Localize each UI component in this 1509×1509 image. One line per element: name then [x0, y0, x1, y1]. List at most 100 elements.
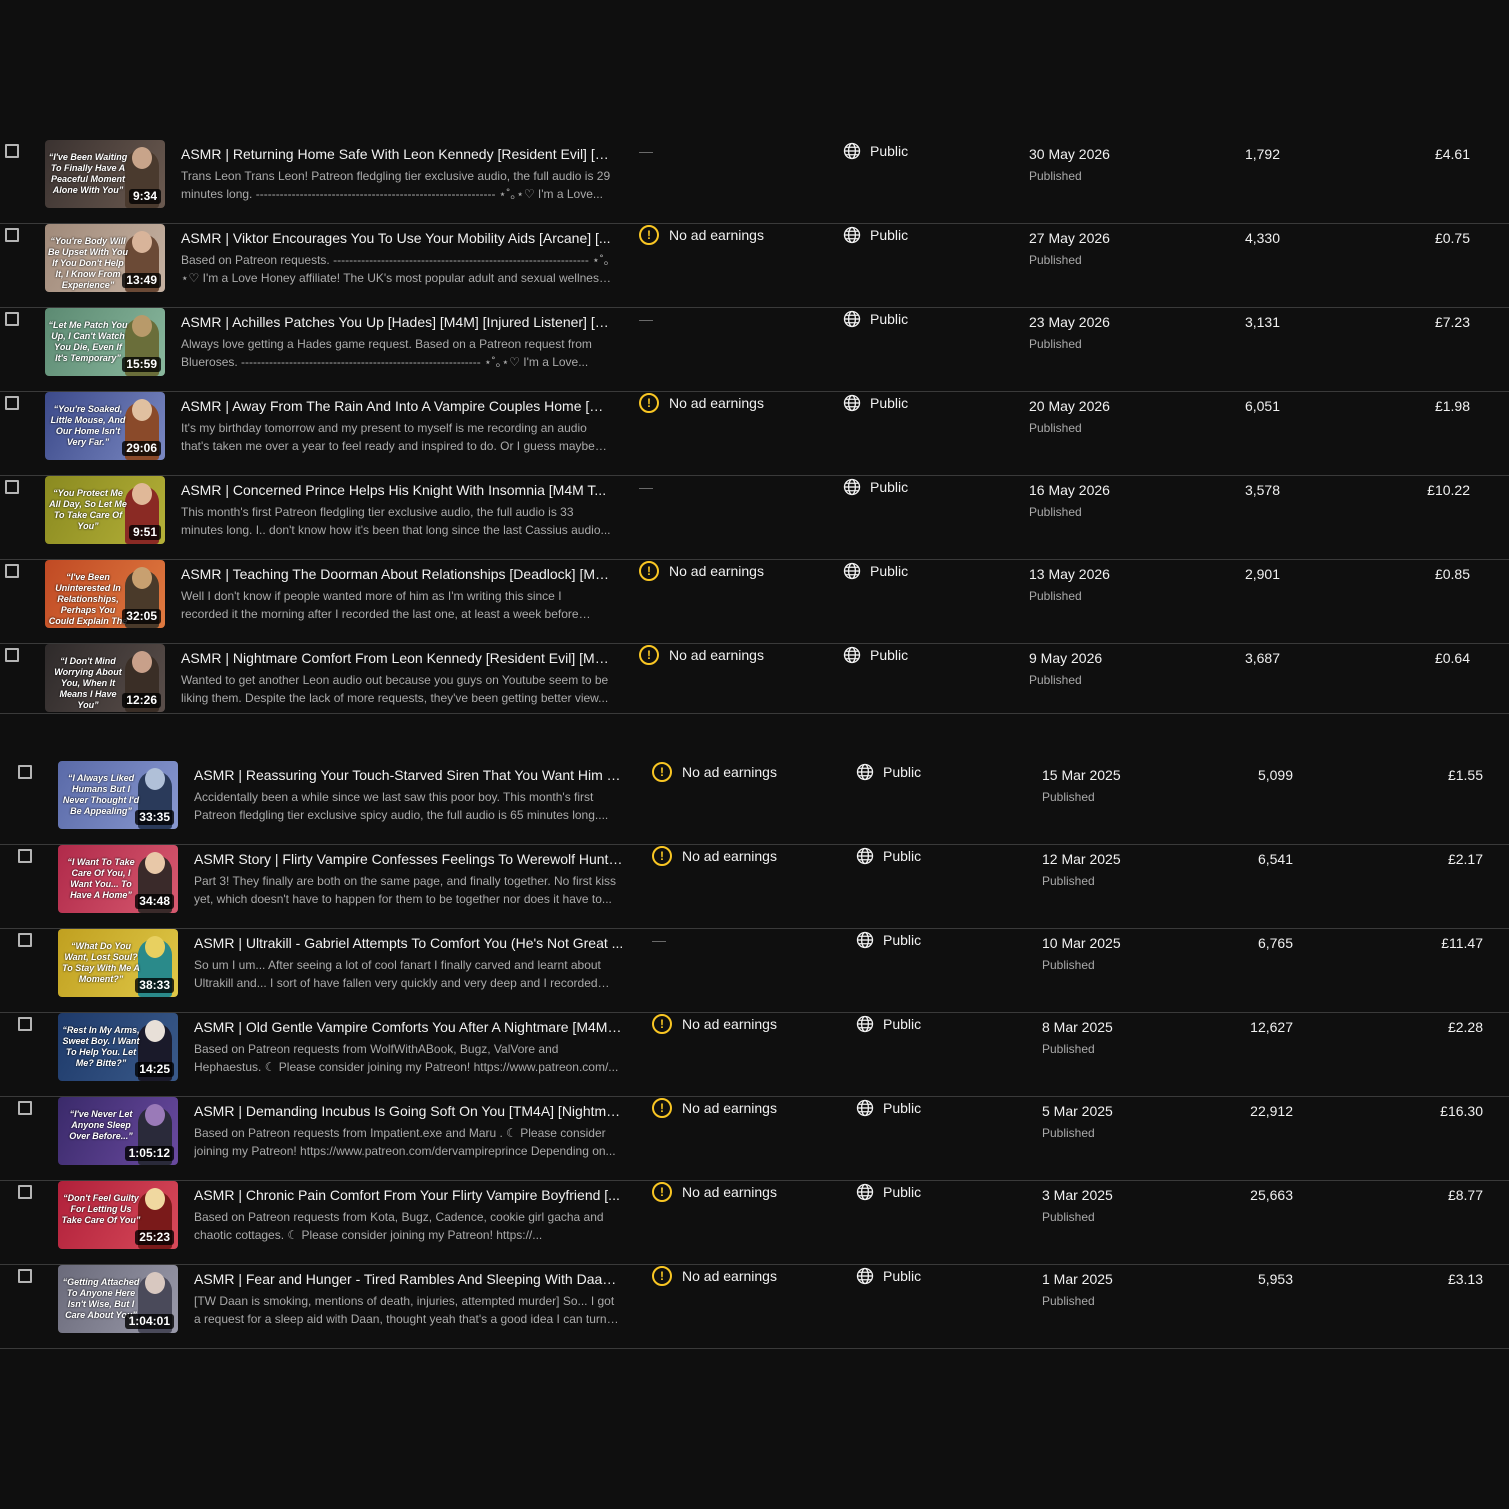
select-checkbox[interactable]: [18, 1269, 32, 1283]
video-duration: 25:23: [135, 1230, 174, 1245]
video-title[interactable]: ASMR | Concerned Prince Helps His Knight…: [181, 481, 611, 499]
video-row: “Don't Feel Guilty For Letting Us Take C…: [0, 1181, 1509, 1265]
video-row: “Let Me Patch You Up, I Can't Watch You …: [0, 308, 1509, 392]
video-description: So um I um... After seeing a lot of cool…: [194, 958, 601, 990]
restriction-label: —: [639, 479, 653, 495]
select-checkbox[interactable]: [18, 765, 32, 779]
visibility-selector[interactable]: Public: [856, 845, 921, 867]
video-thumbnail[interactable]: “I've Been Waiting To Finally Have A Pea…: [45, 140, 165, 208]
restriction-label: No ad earnings: [682, 848, 777, 864]
thumbnail-character-head: [145, 936, 165, 958]
visibility-selector[interactable]: Public: [843, 140, 908, 162]
restrictions-cell: ! No ad earnings: [652, 1013, 777, 1035]
video-title[interactable]: ASMR | Teaching The Doorman About Relati…: [181, 565, 611, 583]
video-title[interactable]: ASMR | Nightmare Comfort From Leon Kenne…: [181, 649, 611, 667]
restriction-label: —: [652, 932, 666, 948]
warning-icon[interactable]: !: [652, 1014, 672, 1034]
video-title[interactable]: ASMR | Away From The Rain And Into A Vam…: [181, 397, 611, 415]
visibility-selector[interactable]: Public: [843, 644, 908, 666]
publish-status: Published: [1029, 421, 1082, 435]
video-thumbnail[interactable]: “I Always Liked Humans But I Never Thoug…: [58, 761, 178, 829]
visibility-selector[interactable]: Public: [856, 761, 921, 783]
video-title[interactable]: ASMR | Fear and Hunger - Tired Rambles A…: [194, 1270, 624, 1288]
view-count: 1,792: [1244, 146, 1280, 162]
warning-icon[interactable]: !: [652, 1266, 672, 1286]
video-thumbnail[interactable]: “Don't Feel Guilty For Letting Us Take C…: [58, 1181, 178, 1249]
video-row: “I've Been Uninterested In Relationships…: [0, 560, 1509, 644]
revenue: £8.77: [1447, 1187, 1483, 1203]
video-thumbnail[interactable]: “Let Me Patch You Up, I Can't Watch You …: [45, 308, 165, 376]
select-checkbox[interactable]: [5, 228, 19, 242]
thumbnail-character-head: [132, 567, 152, 589]
publish-date: 13 May 2026: [1029, 566, 1110, 582]
thumbnail-character-head: [132, 147, 152, 169]
video-row: “I've Never Let Anyone Sleep Over Before…: [0, 1097, 1509, 1181]
select-checkbox[interactable]: [18, 1101, 32, 1115]
video-title[interactable]: ASMR | Achilles Patches You Up [Hades] […: [181, 313, 611, 331]
video-title[interactable]: ASMR Story | Flirty Vampire Confesses Fe…: [194, 850, 624, 868]
video-thumbnail[interactable]: “Getting Attached To Anyone Here Isn't W…: [58, 1265, 178, 1333]
video-thumbnail[interactable]: “You're Body Will Be Upset With You If Y…: [45, 224, 165, 292]
select-checkbox[interactable]: [5, 564, 19, 578]
video-title[interactable]: ASMR | Returning Home Safe With Leon Ken…: [181, 145, 611, 163]
restriction-label: No ad earnings: [682, 1100, 777, 1116]
video-title[interactable]: ASMR | Chronic Pain Comfort From Your Fl…: [194, 1186, 624, 1204]
visibility-label: Public: [870, 395, 909, 411]
video-thumbnail[interactable]: “Rest In My Arms, Sweet Boy. I Want To H…: [58, 1013, 178, 1081]
video-thumbnail[interactable]: “What Do You Want, Lost Soul? To Stay Wi…: [58, 929, 178, 997]
video-title[interactable]: ASMR | Viktor Encourages You To Use Your…: [181, 229, 611, 247]
video-row: “Getting Attached To Anyone Here Isn't W…: [0, 1265, 1509, 1349]
select-checkbox[interactable]: [5, 312, 19, 326]
visibility-selector[interactable]: Public: [856, 929, 921, 951]
thumbnail-quote: “You Protect Me All Day, So Let Me To Ta…: [49, 488, 127, 531]
select-checkbox[interactable]: [5, 648, 19, 662]
video-title[interactable]: ASMR | Ultrakill - Gabriel Attempts To C…: [194, 934, 624, 952]
warning-icon[interactable]: !: [652, 846, 672, 866]
video-title[interactable]: ASMR | Reassuring Your Touch-Starved Sir…: [194, 766, 624, 784]
select-checkbox[interactable]: [5, 480, 19, 494]
video-duration: 1:04:01: [124, 1314, 174, 1329]
video-thumbnail[interactable]: “I Want To Take Care Of You, I Want You.…: [58, 845, 178, 913]
warning-icon[interactable]: !: [639, 645, 659, 665]
video-thumbnail[interactable]: “You're Soaked, Little Mouse, And Our Ho…: [45, 392, 165, 460]
visibility-selector[interactable]: Public: [856, 1013, 921, 1035]
warning-icon[interactable]: !: [639, 561, 659, 581]
warning-icon[interactable]: !: [652, 1098, 672, 1118]
restrictions-cell: ! No ad earnings: [639, 224, 764, 246]
visibility-selector[interactable]: Public: [843, 224, 908, 246]
globe-icon: [856, 1015, 874, 1033]
select-checkbox[interactable]: [5, 396, 19, 410]
visibility-label: Public: [883, 764, 922, 780]
video-title[interactable]: ASMR | Demanding Incubus Is Going Soft O…: [194, 1102, 624, 1120]
visibility-selector[interactable]: Public: [843, 476, 908, 498]
video-thumbnail[interactable]: “You Protect Me All Day, So Let Me To Ta…: [45, 476, 165, 544]
warning-icon[interactable]: !: [639, 225, 659, 245]
select-checkbox[interactable]: [5, 144, 19, 158]
restrictions-cell: ! No ad earnings: [652, 1265, 777, 1287]
select-checkbox[interactable]: [18, 1017, 32, 1031]
visibility-selector[interactable]: Public: [856, 1097, 921, 1119]
visibility-selector[interactable]: Public: [843, 392, 908, 414]
visibility-label: Public: [870, 563, 909, 579]
video-thumbnail[interactable]: “I've Never Let Anyone Sleep Over Before…: [58, 1097, 178, 1165]
video-description: Based on Patreon requests. -------------…: [181, 253, 610, 285]
video-title[interactable]: ASMR | Old Gentle Vampire Comforts You A…: [194, 1018, 624, 1036]
video-thumbnail[interactable]: “I've Been Uninterested In Relationships…: [45, 560, 165, 628]
warning-icon[interactable]: !: [639, 393, 659, 413]
revenue: £3.13: [1447, 1271, 1483, 1287]
visibility-selector[interactable]: Public: [856, 1181, 921, 1203]
video-thumbnail[interactable]: “I Don't Mind Worrying About You, When I…: [45, 644, 165, 712]
video-description: Based on Patreon requests from WolfWithA…: [194, 1042, 619, 1074]
visibility-selector[interactable]: Public: [843, 308, 908, 330]
revenue: £7.23: [1434, 314, 1470, 330]
warning-icon[interactable]: !: [652, 762, 672, 782]
visibility-selector[interactable]: Public: [843, 560, 908, 582]
select-checkbox[interactable]: [18, 849, 32, 863]
revenue: £2.28: [1447, 1019, 1483, 1035]
visibility-selector[interactable]: Public: [856, 1265, 921, 1287]
select-checkbox[interactable]: [18, 1185, 32, 1199]
visibility-label: Public: [870, 143, 909, 159]
video-row: “Rest In My Arms, Sweet Boy. I Want To H…: [0, 1013, 1509, 1097]
warning-icon[interactable]: !: [652, 1182, 672, 1202]
select-checkbox[interactable]: [18, 933, 32, 947]
